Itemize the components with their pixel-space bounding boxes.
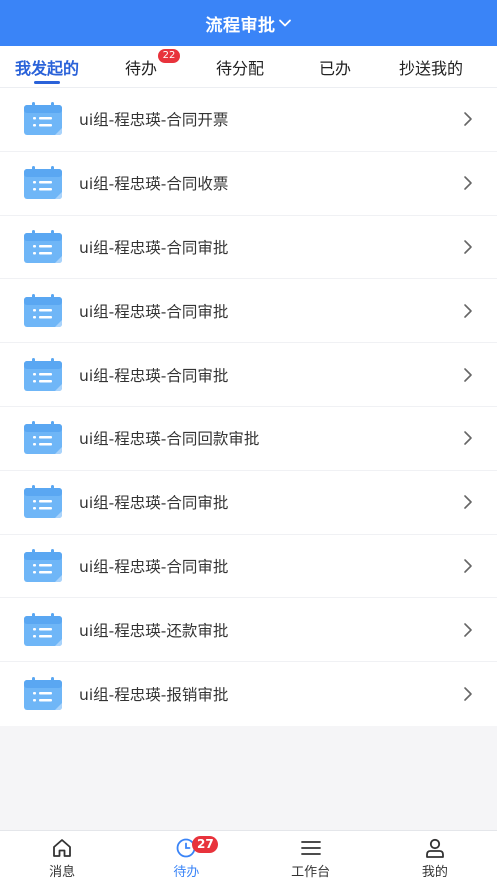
nav-label: 工作台 <box>291 865 331 880</box>
list-item[interactable]: ui组-程忠瑛-合同审批 <box>0 279 497 344</box>
list-item[interactable]: ui组-程忠瑛-合同收票 <box>0 152 497 216</box>
chevron-right-icon <box>463 622 473 638</box>
chevron-down-icon <box>278 19 291 27</box>
chevron-right-icon <box>463 175 473 191</box>
calendar-list-icon <box>22 612 64 648</box>
user-icon <box>425 838 444 858</box>
chevron-right-icon <box>463 558 473 574</box>
todo-count-badge: 22 <box>158 49 180 63</box>
chevron-right-icon <box>463 303 473 319</box>
app-header: 流程审批 <box>0 0 497 46</box>
list-item-label: ui组-程忠瑛-合同审批 <box>79 557 229 576</box>
chevron-right-icon <box>463 686 473 702</box>
approval-list: ui组-程忠瑛-合同开票 ui组-程忠瑛-合同收票 ui组-程忠瑛-合同审批 ui组-… <box>0 88 497 726</box>
nav-label: 我的 <box>421 865 448 880</box>
calendar-list-icon <box>22 165 64 201</box>
chevron-right-icon <box>463 239 473 255</box>
chevron-right-icon <box>463 367 473 383</box>
list-item[interactable]: ui组-程忠瑛-合同审批 <box>0 216 497 280</box>
list-item[interactable]: ui组-程忠瑛-合同审批 <box>0 535 497 599</box>
calendar-list-icon <box>22 357 64 393</box>
chevron-right-icon <box>463 430 473 446</box>
page-title: 流程审批 <box>205 15 276 36</box>
tab-label: 待分配 <box>215 59 264 78</box>
list-item-label: ui组-程忠瑛-报销审批 <box>79 686 229 705</box>
calendar-list-icon <box>22 229 64 265</box>
calendar-list-icon <box>22 420 64 456</box>
list-item[interactable]: ui组-程忠瑛-报销审批 <box>0 662 497 726</box>
nav-label: 待办 <box>173 865 200 880</box>
list-item[interactable]: ui组-程忠瑛-合同审批 <box>0 343 497 407</box>
calendar-list-icon <box>22 293 64 329</box>
tab-bar: 我发起的 待办 22 待分配 已办 抄送我的 <box>0 46 497 88</box>
list-item[interactable]: ui组-程忠瑛-还款审批 <box>0 598 497 663</box>
menu-icon <box>300 841 321 855</box>
list-item-label: ui组-程忠瑛-合同开票 <box>79 111 229 130</box>
tab-todo[interactable]: 待办 22 <box>116 46 180 88</box>
tab-label: 待办 <box>124 59 157 78</box>
tab-cc-me[interactable]: 抄送我的 <box>385 46 477 88</box>
calendar-list-icon <box>22 101 64 137</box>
list-item[interactable]: ui组-程忠瑛-合同审批 <box>0 471 497 535</box>
nav-messages[interactable]: 消息 <box>0 831 124 883</box>
calendar-list-icon <box>22 484 64 520</box>
nav-workbench[interactable]: 工作台 <box>249 831 373 883</box>
header-title-dropdown[interactable]: 流程审批 <box>206 11 292 36</box>
calendar-list-icon <box>22 676 64 712</box>
tab-active-indicator <box>34 81 60 84</box>
tab-done[interactable]: 已办 <box>306 46 364 88</box>
tab-initiated[interactable]: 我发起的 <box>4 46 90 88</box>
list-item[interactable]: ui组-程忠瑛-合同回款审批 <box>0 407 497 471</box>
list-item-label: ui组-程忠瑛-合同审批 <box>79 366 229 385</box>
list-item-label: ui组-程忠瑛-合同审批 <box>79 238 229 257</box>
chevron-right-icon <box>463 111 473 127</box>
list-item-label: ui组-程忠瑛-合同回款审批 <box>79 430 260 449</box>
list-item-label: ui组-程忠瑛-合同收票 <box>79 175 229 194</box>
list-item-label: ui组-程忠瑛-合同审批 <box>79 494 229 513</box>
tab-label: 我发起的 <box>14 59 79 78</box>
nav-label: 消息 <box>49 865 76 880</box>
tab-to-assign[interactable]: 待分配 <box>203 46 277 88</box>
bottom-nav: 消息 待办 27 工作台 我的 <box>0 830 497 883</box>
nav-todo[interactable]: 待办 27 <box>124 831 248 883</box>
todo-nav-badge: 27 <box>192 836 219 853</box>
chevron-right-icon <box>463 494 473 510</box>
calendar-list-icon <box>22 548 64 584</box>
nav-profile[interactable]: 我的 <box>373 831 497 883</box>
list-item-label: ui组-程忠瑛-还款审批 <box>79 621 229 640</box>
tab-label: 已办 <box>318 59 351 78</box>
home-icon <box>53 839 72 857</box>
tab-label: 抄送我的 <box>398 59 463 78</box>
list-item-label: ui组-程忠瑛-合同审批 <box>79 302 229 321</box>
list-item[interactable]: ui组-程忠瑛-合同开票 <box>0 88 497 152</box>
